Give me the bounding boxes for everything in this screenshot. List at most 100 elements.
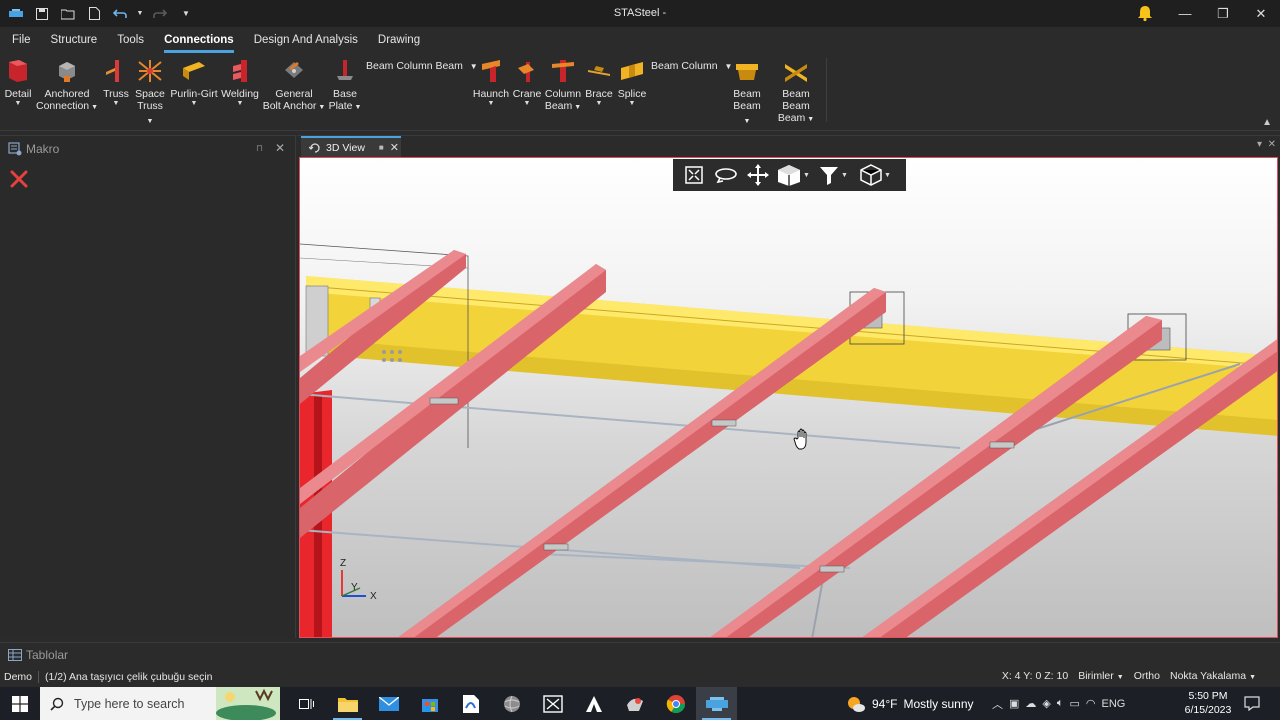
autodesk-icon[interactable] bbox=[573, 687, 614, 720]
pin-icon[interactable]: ⊓ bbox=[256, 143, 263, 154]
clip-angle[interactable] bbox=[819, 565, 845, 573]
purlin-girt-button[interactable]: Purlin-Girt ▼ bbox=[170, 58, 218, 108]
snap-dropdown[interactable]: Nokta Yakalama ▼ bbox=[1170, 670, 1256, 682]
battery-icon[interactable]: ▭ bbox=[1069, 697, 1079, 710]
notification-center-icon[interactable] bbox=[1244, 695, 1260, 712]
network-icon[interactable]: ◠ bbox=[1086, 697, 1096, 710]
customize-toolbar-icon[interactable]: ▼ bbox=[174, 0, 198, 27]
view-cube-icon[interactable]: ▼ bbox=[775, 161, 811, 189]
space-truss-button[interactable]: Space Truss ▼ bbox=[134, 58, 166, 128]
taskbar-search-box[interactable]: Type here to search bbox=[40, 687, 280, 720]
notification-bell-icon[interactable] bbox=[1136, 4, 1154, 22]
security-icon[interactable]: ◈ bbox=[1042, 697, 1050, 710]
chevron-down-icon: ▼ bbox=[884, 171, 891, 179]
onedrive-icon[interactable]: ☁ bbox=[1025, 697, 1036, 710]
close-panel-icon[interactable]: ✕ bbox=[275, 141, 285, 155]
weather-widget[interactable]: 94°F Mostly sunny bbox=[846, 687, 974, 720]
ribbon: Detail ▼ Anchored Connection ▼ Truss ▼ S… bbox=[0, 54, 1280, 131]
3d-viewport[interactable]: Z Y X ▼ ▼ ▼ bbox=[299, 157, 1278, 638]
undo-icon[interactable] bbox=[108, 0, 132, 27]
brace-button[interactable]: Brace ▼ bbox=[584, 58, 614, 108]
taskbar-clock[interactable]: 5:50 PM 6/15/2023 bbox=[1182, 689, 1234, 717]
pin-icon[interactable]: ■ bbox=[379, 143, 384, 152]
tab-drawing[interactable]: Drawing bbox=[370, 27, 428, 54]
detail-icon bbox=[9, 60, 27, 82]
tab-connections[interactable]: Connections bbox=[156, 27, 242, 54]
sphere-app-icon[interactable] bbox=[491, 687, 532, 720]
space-truss-label-2: Truss bbox=[137, 100, 163, 112]
file-explorer-icon[interactable] bbox=[327, 687, 368, 720]
beam-column-label: Beam Column bbox=[651, 60, 718, 72]
filter-icon[interactable]: ▼ bbox=[813, 161, 853, 189]
beam-beam-beam-button[interactable]: Beam Beam Beam ▼ bbox=[768, 58, 824, 126]
chevron-down-icon: ▼ bbox=[146, 118, 154, 125]
search-icon bbox=[50, 697, 64, 711]
chevron-down-icon: ▼ bbox=[523, 100, 531, 107]
show-hidden-icons-icon[interactable]: ︿ bbox=[992, 696, 1003, 712]
bracing-rod-3[interactable] bbox=[539, 553, 851, 569]
taskbar-pinned-apps bbox=[286, 687, 737, 720]
chevron-down-icon: ▼ bbox=[803, 171, 810, 179]
minimize-icon[interactable]: — bbox=[1166, 0, 1204, 27]
design-app-icon[interactable] bbox=[614, 687, 655, 720]
store-icon[interactable] bbox=[409, 687, 450, 720]
brace-label: Brace bbox=[585, 88, 613, 100]
mail-icon[interactable] bbox=[368, 687, 409, 720]
general-bolt-anchor-button[interactable]: General Bolt Anchor ▼ bbox=[262, 58, 326, 114]
save-icon[interactable] bbox=[30, 0, 54, 27]
beam-beam-button[interactable]: Beam Beam ▼ bbox=[730, 58, 764, 128]
chrome-icon[interactable] bbox=[655, 687, 696, 720]
anchored-connection-button[interactable]: Anchored Connection ▼ bbox=[36, 58, 98, 114]
tab-3d-view[interactable]: 3D View ■ ✕ bbox=[301, 136, 401, 157]
view-tab-options-icon[interactable]: ▾ ✕ bbox=[1257, 139, 1276, 150]
snipping-tool-icon[interactable] bbox=[532, 687, 573, 720]
clip-angle[interactable] bbox=[543, 543, 569, 551]
restore-icon[interactable]: ❐ bbox=[1204, 0, 1242, 27]
clip-angle[interactable] bbox=[989, 441, 1015, 449]
new-file-icon[interactable] bbox=[82, 0, 106, 27]
task-view-icon[interactable] bbox=[286, 687, 327, 720]
cancel-macro-icon[interactable] bbox=[10, 170, 28, 188]
chevron-down-icon: ▼ bbox=[487, 100, 495, 107]
close-tab-icon[interactable]: ✕ bbox=[390, 141, 399, 154]
pan-icon[interactable] bbox=[743, 161, 773, 189]
clip-angle[interactable] bbox=[711, 419, 737, 427]
detail-button[interactable]: Detail ▼ bbox=[4, 58, 32, 108]
redo-icon[interactable] bbox=[148, 0, 172, 27]
tab-structure[interactable]: Structure bbox=[43, 27, 106, 54]
ortho-toggle[interactable]: Ortho bbox=[1134, 670, 1160, 682]
base-plate-button[interactable]: Base Plate ▼ bbox=[328, 58, 362, 114]
haunch-button[interactable]: Haunch ▼ bbox=[472, 58, 510, 108]
input-language[interactable]: ENG bbox=[1102, 698, 1126, 710]
clip-angle[interactable] bbox=[429, 397, 459, 405]
stasteel-taskbar-icon[interactable] bbox=[696, 687, 737, 720]
windows-start-icon[interactable] bbox=[0, 687, 40, 720]
column-beam-button[interactable]: Column Beam ▼ bbox=[544, 58, 582, 114]
undo-dropdown-icon[interactable]: ▼ bbox=[134, 0, 146, 27]
open-folder-icon[interactable] bbox=[56, 0, 80, 27]
splice-button[interactable]: Splice ▼ bbox=[616, 58, 648, 108]
truss-button[interactable]: Truss ▼ bbox=[102, 58, 130, 108]
collapse-ribbon-icon[interactable]: ▲ bbox=[1262, 117, 1272, 128]
zoom-extents-icon[interactable] bbox=[679, 161, 709, 189]
tab-tools[interactable]: Tools bbox=[109, 27, 152, 54]
crane-button[interactable]: Crane ▼ bbox=[512, 58, 542, 108]
window-controls: — ❐ ✕ bbox=[1166, 0, 1280, 27]
display-mode-icon[interactable]: ▼ bbox=[855, 161, 895, 189]
units-dropdown[interactable]: Birimler ▼ bbox=[1078, 670, 1124, 682]
welding-button[interactable]: Welding ▼ bbox=[220, 58, 260, 108]
beam-column-beam-group[interactable]: Beam Column Beam ▼ bbox=[366, 60, 478, 72]
snap-label: Nokta Yakalama bbox=[1169, 670, 1247, 682]
beam-column-group[interactable]: Beam Column ▼ bbox=[651, 60, 732, 72]
tablolar-panel[interactable]: Tablolar bbox=[0, 642, 1280, 666]
close-icon[interactable]: ✕ bbox=[1242, 0, 1280, 27]
meet-now-icon[interactable]: ▣ bbox=[1009, 697, 1019, 710]
pdf-reader-icon[interactable] bbox=[450, 687, 491, 720]
orbit-icon[interactable] bbox=[711, 161, 741, 189]
app-logo-icon[interactable] bbox=[4, 0, 28, 27]
tab-file[interactable]: File bbox=[4, 27, 39, 54]
tab-design-and-analysis[interactable]: Design And Analysis bbox=[246, 27, 366, 54]
axis-triad: Z Y X bbox=[340, 558, 377, 602]
volume-icon[interactable]: 🔈︎ bbox=[1057, 697, 1064, 710]
3d-scene[interactable]: Z Y X bbox=[300, 158, 1278, 638]
